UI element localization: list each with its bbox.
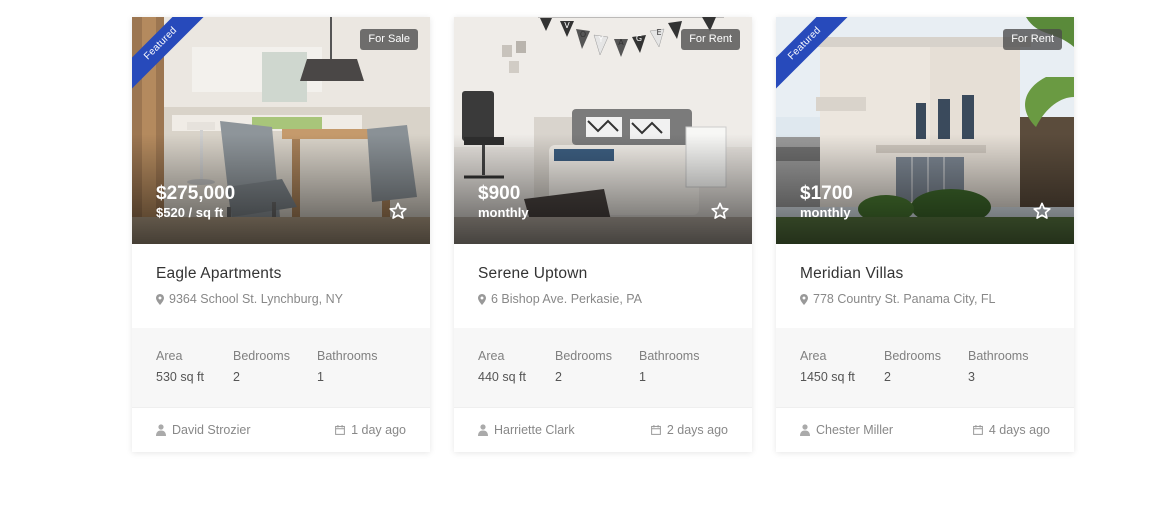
spec-label: Area (156, 349, 183, 363)
spec-bedrooms: Bedrooms 2 (555, 349, 639, 407)
spec-label: Bathrooms (317, 349, 378, 363)
spec-area: Area 440 sq ft (478, 349, 555, 407)
spec-label: Bathrooms (639, 349, 700, 363)
listing-card-serene-uptown[interactable]: V O Y A G E For Rent $900 monthly Serene Upto… (454, 17, 752, 452)
banner-letter: O (580, 30, 586, 39)
listing-specs: Area 440 sq ft Bedrooms 2 Bathrooms 1 (454, 328, 752, 407)
featured-label: Featured (132, 17, 208, 91)
spec-value: 2 (884, 370, 891, 384)
posted-date: 1 day ago (335, 423, 406, 437)
banner-letter: Y (598, 35, 604, 44)
listing-status-tag: For Rent (1003, 29, 1062, 50)
agent[interactable]: Chester Miller (800, 423, 893, 437)
posted-date: 4 days ago (972, 423, 1050, 437)
address-text: 6 Bishop Ave. Perkasie, PA (491, 292, 643, 306)
spec-bathrooms: Bathrooms 1 (317, 349, 377, 407)
spec-area: Area 530 sq ft (156, 349, 233, 407)
listing-title[interactable]: Eagle Apartments (156, 265, 406, 283)
spec-value: 2 (555, 370, 562, 384)
listing-specs: Area 530 sq ft Bedrooms 2 Bathrooms 1 (132, 328, 430, 407)
spec-value: 2 (233, 370, 240, 384)
agent-name: David Strozier (172, 423, 251, 437)
spec-value: 530 sq ft (156, 370, 204, 384)
spec-bathrooms: Bathrooms 1 (639, 349, 699, 407)
featured-ribbon: Featured (132, 17, 212, 97)
listing-photo[interactable]: Featured For Rent $1700 monthly (776, 17, 1074, 244)
price-block: $1700 monthly (800, 183, 853, 221)
price-amount: $900 (478, 183, 521, 204)
listing-card-meridian-villas[interactable]: Featured For Rent $1700 monthly Meridian… (776, 17, 1074, 452)
banner-letter: A (618, 38, 624, 47)
posted-date: 2 days ago (650, 423, 728, 437)
listing-title[interactable]: Serene Uptown (478, 265, 728, 283)
featured-label: Featured (776, 17, 852, 91)
spec-value: 1 (639, 370, 646, 384)
listing-address: 778 Country St. Panama City, FL (800, 292, 1050, 306)
listing-info: Serene Uptown 6 Bishop Ave. Perkasie, PA (454, 244, 752, 328)
banner-letter: E (656, 28, 661, 37)
agent-name: Chester Miller (816, 423, 894, 437)
spec-label: Bedrooms (233, 349, 290, 363)
price-amount: $1700 (800, 183, 853, 204)
date-text: 2 days ago (666, 423, 728, 437)
price-block: $900 monthly (478, 183, 529, 221)
agent[interactable]: David Strozier (156, 423, 251, 437)
banner-letter: V (564, 21, 570, 30)
user-icon (156, 424, 166, 436)
listing-title[interactable]: Meridian Villas (800, 265, 1050, 283)
star-outline-icon[interactable] (710, 201, 730, 221)
price-unit: monthly (800, 205, 851, 220)
spec-value: 1 (317, 370, 324, 384)
banner-letter: G (636, 34, 642, 43)
price-block: $275,000 $520 / sq ft (156, 183, 235, 221)
listing-info: Meridian Villas 778 Country St. Panama C… (776, 244, 1074, 328)
listing-card-eagle-apartments[interactable]: Featured For Sale $275,000 $520 / sq ft … (132, 17, 430, 452)
star-outline-icon[interactable] (388, 201, 408, 221)
spec-label: Area (800, 349, 827, 363)
featured-ribbon: Featured (776, 17, 856, 97)
spec-value: 440 sq ft (478, 370, 526, 384)
spec-value: 1450 sq ft (800, 370, 855, 384)
spec-label: Bedrooms (555, 349, 612, 363)
spec-bedrooms: Bedrooms 2 (884, 349, 968, 407)
agent[interactable]: Harriette Clark (478, 423, 575, 437)
listing-photo[interactable]: V O Y A G E For Rent $900 monthly (454, 17, 752, 244)
user-icon (478, 424, 488, 436)
date-text: 1 day ago (351, 423, 406, 437)
agent-name: Harriette Clark (494, 423, 575, 437)
listing-info: Eagle Apartments 9364 School St. Lynchbu… (132, 244, 430, 328)
user-icon (800, 424, 810, 436)
map-marker-icon (800, 293, 808, 305)
price-unit: $520 / sq ft (156, 205, 224, 220)
listing-photo[interactable]: Featured For Sale $275,000 $520 / sq ft (132, 17, 430, 244)
listing-grid: Featured For Sale $275,000 $520 / sq ft … (132, 17, 1074, 452)
map-marker-icon (478, 293, 486, 305)
spec-bathrooms: Bathrooms 3 (968, 349, 1028, 407)
spec-value: 3 (968, 370, 975, 384)
map-marker-icon (156, 293, 164, 305)
calendar-icon (335, 425, 345, 435)
listing-footer: David Strozier 1 day ago (132, 407, 430, 452)
spec-area: Area 1450 sq ft (800, 349, 884, 407)
price-amount: $275,000 (156, 183, 236, 204)
spec-label: Bedrooms (884, 349, 941, 363)
listing-footer: Harriette Clark 2 days ago (454, 407, 752, 452)
address-text: 9364 School St. Lynchburg, NY (169, 292, 343, 306)
spec-label: Bathrooms (968, 349, 1029, 363)
star-outline-icon[interactable] (1032, 201, 1052, 221)
address-text: 778 Country St. Panama City, FL (813, 292, 996, 306)
price-unit: monthly (478, 205, 529, 220)
listing-footer: Chester Miller 4 days ago (776, 407, 1074, 452)
listing-specs: Area 1450 sq ft Bedrooms 2 Bathrooms 3 (776, 328, 1074, 407)
listing-status-tag: For Rent (681, 29, 740, 50)
calendar-icon (972, 425, 983, 435)
listing-address: 6 Bishop Ave. Perkasie, PA (478, 292, 728, 306)
spec-bedrooms: Bedrooms 2 (233, 349, 317, 407)
spec-label: Area (478, 349, 505, 363)
date-text: 4 days ago (988, 423, 1050, 437)
calendar-icon (650, 425, 661, 435)
listing-status-tag: For Sale (360, 29, 418, 50)
listing-address: 9364 School St. Lynchburg, NY (156, 292, 406, 306)
